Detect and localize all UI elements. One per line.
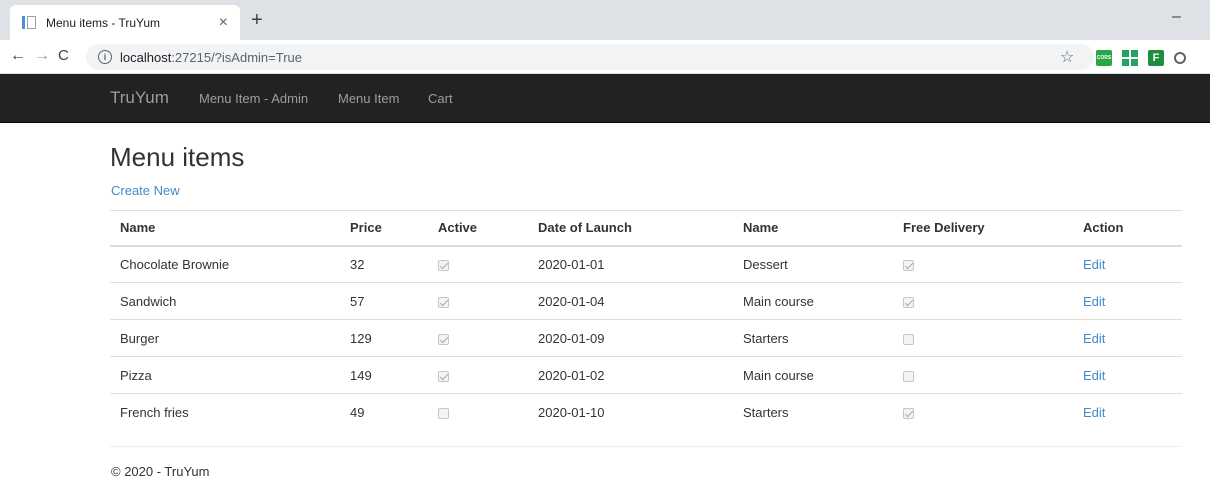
header-date-of-launch: Date of Launch (528, 210, 733, 247)
edit-link[interactable]: Edit (1083, 294, 1105, 309)
cell-category: Main course (733, 356, 893, 394)
active-checkbox (438, 333, 449, 345)
address-bar[interactable]: i localhost:27215/?isAdmin=True (86, 44, 1094, 70)
cell-free-delivery (893, 282, 1073, 320)
table-row: Pizza 149 2020-01-02 Main course Edit (110, 356, 1182, 394)
header-price: Price (340, 210, 428, 247)
cell-date: 2020-01-04 (528, 282, 733, 320)
cell-free-delivery (893, 356, 1073, 394)
nav-link-menu-item-admin[interactable]: Menu Item - Admin (199, 91, 308, 106)
nav-link-cart[interactable]: Cart (428, 91, 453, 106)
table-row: Burger 129 2020-01-09 Starters Edit (110, 319, 1182, 357)
header-action: Action (1073, 210, 1182, 247)
free-delivery-checkbox (903, 333, 914, 345)
cell-category: Starters (733, 319, 893, 357)
table-row: French fries 49 2020-01-10 Starters Edit (110, 393, 1182, 431)
cell-action: Edit (1073, 282, 1182, 320)
page-title: Menu items (110, 142, 245, 172)
cell-name: Burger (110, 319, 340, 357)
cell-price: 49 (340, 393, 428, 431)
edit-link[interactable]: Edit (1083, 368, 1105, 383)
tab-close-icon[interactable]: × (219, 14, 228, 31)
active-checkbox (438, 370, 449, 382)
menu-items-table: Name Price Active Date of Launch Name Fr… (110, 210, 1182, 431)
f-extension-icon[interactable]: F (1148, 50, 1164, 66)
cell-date: 2020-01-01 (538, 256, 605, 272)
cell-name: French fries (110, 393, 340, 431)
free-delivery-checkbox (903, 370, 914, 382)
cell-active (428, 246, 528, 283)
cors-extension-icon[interactable]: CORS (1096, 50, 1112, 66)
url-text: localhost:27215/?isAdmin=True (120, 50, 302, 65)
table-body: Chocolate Brownie 32 2020-01-01 Dessert Edit… (110, 246, 1182, 431)
circle-extension-icon[interactable] (1174, 52, 1186, 64)
cell-free-delivery (893, 393, 1073, 431)
header-active: Active (428, 210, 528, 247)
windows-extension-icon[interactable] (1122, 50, 1138, 66)
nav-link-menu-item[interactable]: Menu Item (338, 91, 399, 106)
cell-price: 149 (340, 356, 428, 394)
browser-tab[interactable]: Menu items - TruYum × (10, 5, 240, 40)
cell-action: Edit (1073, 393, 1182, 431)
cell-name: Pizza (110, 356, 340, 394)
browser-toolbar: ← → C i localhost:27215/?isAdmin=True ☆ … (0, 40, 1210, 74)
footer-copyright: © 2020 - TruYum (111, 464, 210, 479)
cell-action: Edit (1073, 319, 1182, 357)
browser-tabstrip: Menu items - TruYum × + – (0, 0, 1210, 40)
reload-icon[interactable]: C (58, 46, 69, 66)
table-header-row: Name Price Active Date of Launch Name Fr… (110, 210, 1182, 247)
header-free-delivery: Free Delivery (893, 210, 1073, 247)
free-delivery-checkbox (903, 407, 914, 419)
window-minimize-icon[interactable]: – (1172, 8, 1181, 26)
table-row: Sandwich 57 2020-01-04 Main course Edit (110, 282, 1182, 320)
cell-active (428, 319, 528, 357)
edit-link[interactable]: Edit (1083, 257, 1105, 272)
cell-price: 57 (340, 282, 428, 320)
active-checkbox (438, 296, 449, 308)
active-checkbox (438, 407, 449, 419)
header-name: Name (110, 210, 340, 247)
brand-link[interactable]: TruYum (110, 88, 169, 108)
back-arrow-icon[interactable]: ← (10, 46, 26, 66)
url-host: localhost (120, 49, 172, 65)
site-navbar: TruYum Menu Item - Admin Menu Item Cart (0, 74, 1210, 123)
cell-free-delivery (893, 319, 1073, 357)
forward-arrow-icon[interactable]: → (34, 46, 50, 66)
header-category-name: Name (733, 210, 893, 247)
table-row: Chocolate Brownie 32 2020-01-01 Dessert Edit (110, 246, 1182, 283)
edit-link[interactable]: Edit (1083, 405, 1105, 420)
cell-action: Edit (1073, 246, 1182, 283)
cell-active (428, 282, 528, 320)
cell-category: Main course (733, 282, 893, 320)
free-delivery-checkbox (903, 296, 914, 308)
footer-divider (110, 446, 1182, 447)
cell-active (428, 393, 528, 431)
cell-date: 2020-01-10 (528, 393, 733, 431)
cell-action: Edit (1073, 356, 1182, 394)
free-delivery-checkbox (903, 259, 914, 271)
bookmark-star-icon[interactable]: ☆ (1060, 47, 1074, 67)
cell-name: Sandwich (110, 282, 340, 320)
cell-active (428, 356, 528, 394)
cell-category: Starters (733, 393, 893, 431)
page-favicon-icon (22, 15, 36, 30)
active-checkbox (438, 259, 449, 271)
cell-date: 2020-01-02 (528, 356, 733, 394)
cell-free-delivery (893, 246, 1073, 283)
tab-title: Menu items - TruYum (46, 15, 161, 30)
cell-date: 2020-01-09 (528, 319, 733, 357)
cell-price: 129 (340, 319, 428, 357)
cell-name: Chocolate Brownie (120, 256, 230, 272)
create-new-link[interactable]: Create New (111, 183, 180, 198)
cell-price: 32 (350, 256, 365, 272)
new-tab-icon[interactable]: + (251, 10, 263, 30)
cell-category: Dessert (743, 256, 788, 272)
site-info-icon[interactable]: i (98, 50, 112, 64)
edit-link[interactable]: Edit (1083, 331, 1105, 346)
url-path: :27215/?isAdmin=True (171, 49, 302, 65)
